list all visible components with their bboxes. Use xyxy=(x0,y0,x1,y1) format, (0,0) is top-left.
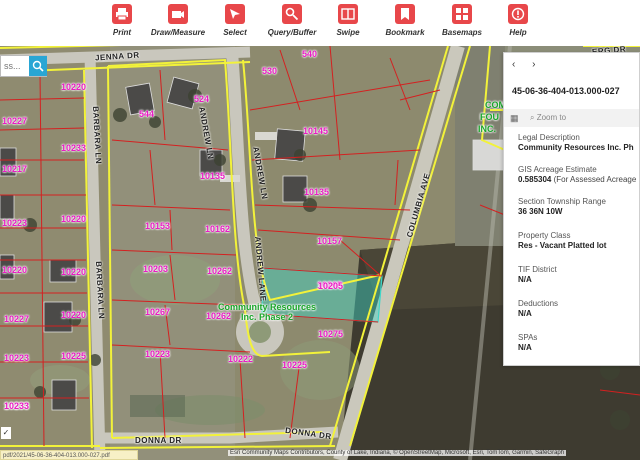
parcel-label: 544 xyxy=(139,109,155,119)
help-label: Help xyxy=(509,28,527,37)
parcel-label: 10233 xyxy=(61,143,87,153)
parcel-label: 10227 xyxy=(4,314,30,324)
previous-feature-button[interactable]: ‹ xyxy=(512,59,515,70)
field-label-spas: SPAs xyxy=(518,333,538,342)
parcel-label: 10220 xyxy=(61,267,87,277)
parcel-id-title: 45-06-36-404-013.000-027 xyxy=(512,86,620,96)
parcel-label: 10223 xyxy=(145,349,171,359)
basemaps-icon xyxy=(452,4,472,24)
acreage-value: 0.585304 xyxy=(518,175,552,184)
parcel-label: 10217 xyxy=(2,164,28,174)
parcel-label: 10275 xyxy=(318,329,344,339)
zoom-to-button[interactable]: ⌕ Zoom to xyxy=(530,113,566,123)
search-box xyxy=(0,55,47,77)
popup-actions-row: ▦ ⌕ Zoom to xyxy=(504,109,639,127)
next-feature-button[interactable]: › xyxy=(532,59,535,70)
parcel-label: 10223 xyxy=(2,218,28,228)
parcel-label: 10135 xyxy=(200,171,226,181)
parcel-label: 10267 xyxy=(145,307,171,317)
search-button[interactable] xyxy=(29,56,47,76)
toolbar: Print Draw/Measure Select Query/Buffer S… xyxy=(0,0,640,46)
field-label-class: Property Class xyxy=(518,231,571,240)
field-label-acreage: GIS Acreage Estimate xyxy=(518,165,597,174)
popup-nav: ‹ › xyxy=(512,59,549,70)
field-value-legal: Community Resources Inc. Ph xyxy=(518,143,634,152)
corner-label-2: FOU xyxy=(480,112,499,122)
field-label-legal: Legal Description xyxy=(518,133,580,142)
parcel-label: 530 xyxy=(262,66,278,76)
search-icon xyxy=(32,60,44,72)
field-value-acreage: 0.585304 (For Assessed Acreage xyxy=(518,175,636,184)
parcel-label: 10222 xyxy=(228,354,254,364)
parcel-label: 10135 xyxy=(304,187,330,197)
bookmark-icon xyxy=(395,4,415,24)
corner-label-3: INC. xyxy=(478,124,496,134)
street-label-donna-west: DONNA DR xyxy=(135,436,182,445)
parcel-label: 10233 xyxy=(4,401,30,411)
help-button[interactable]: Help xyxy=(483,4,553,44)
parcel-label: 540 xyxy=(302,49,318,59)
parcel-label: 524 xyxy=(194,94,210,104)
field-value-spas: N/A xyxy=(518,343,532,352)
subdivision-label: Community Resources Inc. Phase 2 xyxy=(217,302,317,322)
parcel-label: 10220 xyxy=(61,214,87,224)
selected-parcel-label[interactable]: 10205 xyxy=(318,281,343,291)
popup-panel: ‹ › 45-06-36-404-013.000-027 ▦ ⌕ Zoom to… xyxy=(503,52,640,366)
parcel-label: 10145 xyxy=(303,126,329,136)
checkbox-toggle[interactable]: ✓ xyxy=(1,427,11,439)
field-value-class: Res - Vacant Platted lot xyxy=(518,241,607,250)
field-value-str: 36 36N 10W xyxy=(518,207,563,216)
parcel-label: 10223 xyxy=(4,353,30,363)
parcel-label: 10220 xyxy=(61,82,87,92)
parcel-label: 10203 xyxy=(143,264,169,274)
help-icon xyxy=(508,4,528,24)
parcel-label: 10162 xyxy=(205,224,231,234)
acreage-note: (For Assessed Acreage xyxy=(553,175,637,184)
parcel-label: 10220 xyxy=(2,265,28,275)
field-label-deductions: Deductions xyxy=(518,299,559,308)
parcel-label: 10227 xyxy=(2,116,28,126)
parcel-label: 10225 xyxy=(61,351,87,361)
grid-icon[interactable]: ▦ xyxy=(510,113,519,124)
parcel-label: 10225 xyxy=(282,360,308,370)
search-input[interactable] xyxy=(1,56,27,76)
draw-icon xyxy=(168,4,188,24)
parcel-label: 10220 xyxy=(61,310,87,320)
select-icon xyxy=(225,4,245,24)
field-value-deductions: N/A xyxy=(518,309,532,318)
parcel-label: 10157 xyxy=(317,236,343,246)
parcel-label: 10153 xyxy=(145,221,171,231)
field-label-str: Section Township Range xyxy=(518,197,606,206)
field-value-tif: N/A xyxy=(518,275,532,284)
field-label-tif: TIF District xyxy=(518,265,557,274)
parcel-label: 10262 xyxy=(207,266,233,276)
query-icon xyxy=(282,4,302,24)
zoom-to-label: Zoom to xyxy=(536,113,567,122)
swipe-icon xyxy=(338,4,358,24)
pdf-link[interactable]: pdf/2021/45-06-36-404-013.000-027.pdf xyxy=(0,450,138,460)
map-attribution: Esri Community Maps Contributors, County… xyxy=(228,450,567,456)
print-icon xyxy=(112,4,132,24)
